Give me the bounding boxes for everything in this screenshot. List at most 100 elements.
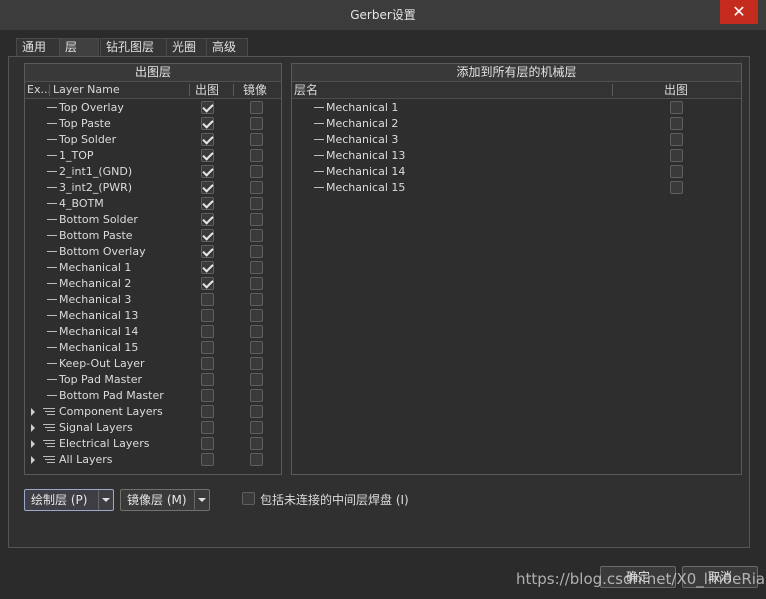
layer-stack-icon xyxy=(43,423,55,433)
plot-checkbox[interactable] xyxy=(201,453,214,466)
expand-arrow-icon[interactable] xyxy=(31,440,35,448)
plot-checkbox[interactable] xyxy=(201,101,214,114)
layer-line-icon xyxy=(47,331,57,332)
column-layer-name-mech[interactable]: 层名 xyxy=(294,82,318,98)
mirror-checkbox[interactable] xyxy=(250,165,263,178)
plot-checkbox[interactable] xyxy=(201,245,214,258)
mirror-layers-dropdown[interactable]: 镜像层 (M) xyxy=(120,489,210,511)
layer-line-icon xyxy=(47,315,57,316)
mirror-checkbox[interactable] xyxy=(250,357,263,370)
mirror-checkbox[interactable] xyxy=(250,389,263,402)
layer-name: Bottom Overlay xyxy=(59,245,146,258)
layer-name: Bottom Pad Master xyxy=(59,389,164,402)
mirror-checkbox[interactable] xyxy=(250,261,263,274)
plot-checkbox[interactable] xyxy=(201,389,214,402)
tab-advanced[interactable]: 高级 xyxy=(206,38,248,56)
plot-checkbox[interactable] xyxy=(201,229,214,242)
column-expand[interactable]: Ex... xyxy=(27,82,51,98)
mirror-checkbox[interactable] xyxy=(250,213,263,226)
mech-plot-checkbox[interactable] xyxy=(670,149,683,162)
mirror-checkbox[interactable] xyxy=(250,149,263,162)
layer-group-row[interactable]: Electrical Layers xyxy=(25,436,281,452)
plot-checkbox[interactable] xyxy=(201,277,214,290)
mirror-checkbox[interactable] xyxy=(250,117,263,130)
mirror-checkbox[interactable] xyxy=(250,437,263,450)
mirror-checkbox[interactable] xyxy=(250,293,263,306)
mechanical-layer-name: Mechanical 1 xyxy=(326,101,399,114)
expand-arrow-icon[interactable] xyxy=(31,408,35,416)
mech-plot-checkbox[interactable] xyxy=(670,181,683,194)
mirror-checkbox[interactable] xyxy=(250,245,263,258)
column-plot-mech[interactable]: 出图 xyxy=(664,82,688,98)
mech-plot-checkbox[interactable] xyxy=(670,117,683,130)
tab-layers[interactable]: 层 xyxy=(59,38,99,56)
plot-checkbox[interactable] xyxy=(201,357,214,370)
mechanical-layer-name: Mechanical 15 xyxy=(326,181,406,194)
column-layer-name[interactable]: Layer Name xyxy=(53,82,120,98)
plot-checkbox[interactable] xyxy=(201,261,214,274)
chevron-down-icon xyxy=(102,498,110,502)
plot-checkbox[interactable] xyxy=(201,437,214,450)
column-mirror[interactable]: 镜像 xyxy=(243,82,267,98)
mech-plot-checkbox[interactable] xyxy=(670,133,683,146)
tab-apertures[interactable]: 光圈 xyxy=(166,38,208,56)
plot-checkbox[interactable] xyxy=(201,149,214,162)
column-plot[interactable]: 出图 xyxy=(195,82,219,98)
mirror-checkbox[interactable] xyxy=(250,325,263,338)
plot-checkbox[interactable] xyxy=(201,133,214,146)
layer-row: 4_BOTM xyxy=(25,196,281,212)
include-unconnected-pads-checkbox[interactable] xyxy=(242,492,255,505)
mirror-checkbox[interactable] xyxy=(250,229,263,242)
layer-line-icon xyxy=(47,235,57,236)
plot-layers-dropdown[interactable]: 绘制层 (P) xyxy=(24,489,114,511)
close-button[interactable]: ✕ xyxy=(720,0,758,24)
mirror-checkbox[interactable] xyxy=(250,277,263,290)
mirror-checkbox[interactable] xyxy=(250,373,263,386)
mirror-checkbox[interactable] xyxy=(250,421,263,434)
layer-name: 4_BOTM xyxy=(59,197,104,210)
mirror-checkbox[interactable] xyxy=(250,405,263,418)
plot-checkbox[interactable] xyxy=(201,421,214,434)
mech-plot-checkbox[interactable] xyxy=(670,101,683,114)
mirror-checkbox[interactable] xyxy=(250,133,263,146)
mechanical-layer-name: Mechanical 13 xyxy=(326,149,406,162)
mechanical-row: Mechanical 13 xyxy=(292,148,741,164)
mirror-checkbox[interactable] xyxy=(250,453,263,466)
mirror-checkbox[interactable] xyxy=(250,309,263,322)
plot-checkbox[interactable] xyxy=(201,165,214,178)
layer-name: Mechanical 3 xyxy=(59,293,132,306)
expand-arrow-icon[interactable] xyxy=(31,456,35,464)
plot-checkbox[interactable] xyxy=(201,325,214,338)
layer-row: Mechanical 13 xyxy=(25,308,281,324)
layer-name: 3_int2_(PWR) xyxy=(59,181,133,194)
mirror-checkbox[interactable] xyxy=(250,197,263,210)
plot-checkbox[interactable] xyxy=(201,117,214,130)
mirror-checkbox[interactable] xyxy=(250,341,263,354)
tab-drill-layers[interactable]: 钻孔图层 xyxy=(100,38,168,56)
layer-group-row[interactable]: All Layers xyxy=(25,452,281,468)
mirror-checkbox[interactable] xyxy=(250,181,263,194)
layer-name: Mechanical 2 xyxy=(59,277,132,290)
plot-checkbox[interactable] xyxy=(201,181,214,194)
layer-stack-icon xyxy=(43,455,55,465)
plot-checkbox[interactable] xyxy=(201,405,214,418)
mech-plot-checkbox[interactable] xyxy=(670,165,683,178)
plot-checkbox[interactable] xyxy=(201,341,214,354)
plot-checkbox[interactable] xyxy=(201,293,214,306)
layer-group-row[interactable]: Component Layers xyxy=(25,404,281,420)
tab-general[interactable]: 通用 xyxy=(16,38,60,56)
layer-row: Bottom Pad Master xyxy=(25,388,281,404)
plot-checkbox[interactable] xyxy=(201,373,214,386)
mirror-checkbox[interactable] xyxy=(250,101,263,114)
layer-name: Keep-Out Layer xyxy=(59,357,145,370)
plot-checkbox[interactable] xyxy=(201,197,214,210)
layer-row: Bottom Solder xyxy=(25,212,281,228)
layer-row: Top Paste xyxy=(25,116,281,132)
plot-checkbox[interactable] xyxy=(201,213,214,226)
layer-name: Mechanical 1 xyxy=(59,261,132,274)
expand-arrow-icon[interactable] xyxy=(31,424,35,432)
layer-row: Bottom Overlay xyxy=(25,244,281,260)
plot-checkbox[interactable] xyxy=(201,309,214,322)
layer-group-row[interactable]: Signal Layers xyxy=(25,420,281,436)
layer-group-name: Electrical Layers xyxy=(59,437,150,450)
